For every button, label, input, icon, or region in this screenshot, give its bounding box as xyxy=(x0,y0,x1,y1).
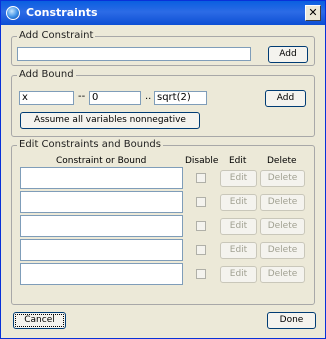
add-bound-button[interactable]: Add xyxy=(265,90,306,107)
range-separator: .. xyxy=(145,91,152,102)
edit-button[interactable]: Edit xyxy=(220,170,257,187)
add-bound-group-label: Add Bound xyxy=(17,69,76,81)
delete-column-header: Delete xyxy=(267,156,297,166)
done-button[interactable]: Done xyxy=(267,312,316,329)
delete-button[interactable]: Delete xyxy=(260,242,305,259)
bound-variable-input[interactable]: x xyxy=(19,91,74,105)
cancel-button[interactable]: Cancel xyxy=(13,312,66,329)
upper-bound-input[interactable]: sqrt(2) xyxy=(154,91,207,105)
edit-button[interactable]: Edit xyxy=(220,218,257,235)
disable-checkbox[interactable] xyxy=(196,221,206,231)
edit-column-header: Edit xyxy=(229,156,247,166)
constraint-field[interactable] xyxy=(20,191,183,213)
constraints-dialog: Constraints ✕ Add Constraint Add Add Bou… xyxy=(0,0,326,339)
assume-nonnegative-button[interactable]: Assume all variables nonnegative xyxy=(20,112,200,129)
constraint-field[interactable] xyxy=(20,239,183,261)
window-title: Constraints xyxy=(26,6,98,19)
disable-checkbox[interactable] xyxy=(196,197,206,207)
delete-button[interactable]: Delete xyxy=(260,266,305,283)
delete-button[interactable]: Delete xyxy=(260,218,305,235)
constraint-field[interactable] xyxy=(20,263,183,285)
lower-bound-separator: -- xyxy=(78,91,86,102)
constraint-field[interactable] xyxy=(20,215,183,237)
delete-button[interactable]: Delete xyxy=(260,194,305,211)
constraint-input[interactable] xyxy=(17,47,251,61)
add-constraint-group-label: Add Constraint xyxy=(17,30,96,42)
constraint-column-header: Constraint or Bound xyxy=(56,156,147,166)
title-bar[interactable]: Constraints ✕ xyxy=(1,1,325,25)
close-button[interactable]: ✕ xyxy=(305,5,321,21)
lower-bound-input[interactable]: 0 xyxy=(89,91,141,105)
edit-button[interactable]: Edit xyxy=(220,242,257,259)
delete-button[interactable]: Delete xyxy=(260,170,305,187)
disable-checkbox[interactable] xyxy=(196,245,206,255)
disable-checkbox[interactable] xyxy=(196,173,206,183)
edit-button[interactable]: Edit xyxy=(220,194,257,211)
edit-button[interactable]: Edit xyxy=(220,266,257,283)
add-constraint-button[interactable]: Add xyxy=(268,46,308,63)
disable-column-header: Disable xyxy=(185,156,219,166)
disable-checkbox[interactable] xyxy=(196,269,206,279)
app-globe-icon xyxy=(6,6,20,20)
edit-constraints-group-label: Edit Constraints and Bounds xyxy=(17,139,163,151)
constraint-field[interactable] xyxy=(20,167,183,189)
